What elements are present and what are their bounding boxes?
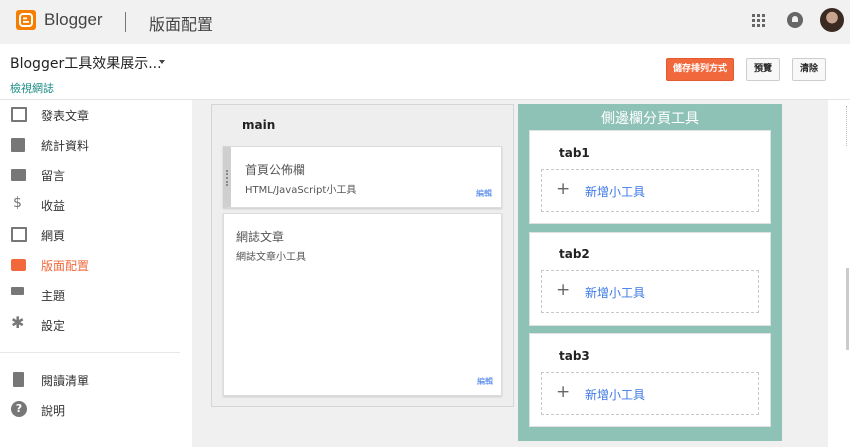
chevron-down-icon[interactable] (159, 60, 165, 64)
add-gadget-button[interactable]: + 新增小工具 (541, 169, 759, 212)
sidebar-item-settings[interactable]: ✱ 設定 (0, 312, 192, 338)
divider (0, 352, 180, 353)
brand-name[interactable]: Blogger (44, 10, 103, 30)
sidebar-item-reading-list[interactable]: 閱讀清單 (0, 367, 192, 393)
sidebar-item-label: 閱讀清單 (41, 374, 90, 388)
gear-icon: ✱ (11, 313, 25, 332)
add-gadget-label: 新增小工具 (585, 286, 646, 300)
plus-icon: + (556, 382, 571, 402)
notifications-icon[interactable] (787, 12, 803, 28)
sidebar-item-posts[interactable]: 發表文章 (0, 102, 192, 128)
plus-icon: + (556, 179, 571, 199)
edit-link[interactable]: 編輯 (477, 376, 493, 387)
gadget-title: 首頁公佈欄 (245, 163, 306, 177)
bookmark-icon (13, 372, 24, 387)
page-title: 版面配置 (149, 15, 214, 34)
gadget-subtitle: 網誌文章小工具 (236, 252, 306, 263)
drag-handle-icon[interactable] (226, 170, 229, 186)
main-section-title: main (242, 118, 276, 132)
gadget-title: 網誌文章 (236, 230, 285, 244)
help-icon: ? (11, 401, 27, 417)
dollar-icon: $ (13, 195, 22, 211)
sidebar-item-theme[interactable]: 主題 (0, 282, 192, 308)
blog-header: Blogger工具效果展示... 檢視網誌 儲存排列方式 預覽 清除 (0, 44, 850, 100)
save-arrangement-button[interactable]: 儲存排列方式 (666, 58, 734, 81)
pages-icon (11, 227, 27, 242)
plus-icon: + (556, 280, 571, 300)
tab-label: tab3 (559, 349, 590, 363)
gadget-subtitle: HTML/JavaScript小工具 (245, 185, 357, 196)
layout-icon (11, 259, 26, 271)
add-gadget-button[interactable]: + 新增小工具 (541, 270, 759, 313)
gadget-blog-posts[interactable]: 網誌文章 網誌文章小工具 編輯 (223, 213, 502, 396)
add-gadget-label: 新增小工具 (585, 388, 646, 402)
stats-icon (11, 138, 25, 152)
edit-link[interactable]: 編輯 (476, 188, 492, 199)
sidebar-item-label: 發表文章 (41, 109, 90, 123)
sidebar-item-label: 版面配置 (41, 259, 90, 273)
apps-grid-icon[interactable] (752, 14, 766, 28)
add-gadget-label: 新增小工具 (585, 185, 646, 199)
sidebar-item-help[interactable]: ? 說明 (0, 397, 192, 423)
sidebar-tabs-section-title: 側邊欄分頁工具 (601, 111, 699, 127)
sidebar-item-stats[interactable]: 統計資料 (0, 132, 192, 158)
gadget-bulletin[interactable]: 首頁公佈欄 HTML/JavaScript小工具 編輯 (223, 146, 502, 208)
preview-button[interactable]: 預覽 (746, 58, 780, 81)
divider (125, 12, 126, 32)
sidebar-item-pages[interactable]: 網頁 (0, 222, 192, 248)
add-gadget-button[interactable]: + 新增小工具 (541, 372, 759, 415)
sidebar-item-label: 收益 (41, 199, 66, 213)
sidebar-item-label: 設定 (41, 319, 66, 333)
sidebar-item-label: 說明 (41, 404, 66, 418)
top-bar: Blogger 版面配置 (0, 0, 850, 44)
sidebar-item-earnings[interactable]: $ 收益 (0, 192, 192, 218)
scrollbar-track (846, 106, 848, 146)
view-blog-link[interactable]: 檢視網誌 (10, 80, 54, 96)
sidebar-item-layout[interactable]: 版面配置 (0, 252, 192, 278)
avatar[interactable] (820, 8, 844, 32)
blog-name[interactable]: Blogger工具效果展示... (10, 53, 162, 73)
paint-roller-icon (11, 287, 24, 295)
comments-icon (11, 169, 26, 181)
sidebar-item-label: 網頁 (41, 229, 66, 243)
sidebar-item-label: 留言 (41, 169, 66, 183)
sidebar: 發表文章 統計資料 留言 $ 收益 網頁 版面配置 主題 ✱ 設定 閱讀清單 ?… (0, 100, 192, 447)
blogger-logo-icon[interactable] (16, 10, 36, 30)
tab-label: tab2 (559, 247, 590, 261)
sidebar-item-label: 統計資料 (41, 139, 90, 153)
tab-label: tab1 (559, 146, 590, 160)
scrollbar-thumb[interactable] (846, 268, 849, 350)
sidebar-item-label: 主題 (41, 289, 66, 303)
posts-icon (11, 107, 27, 122)
sidebar-item-comments[interactable]: 留言 (0, 162, 192, 188)
clear-button[interactable]: 清除 (792, 58, 826, 81)
